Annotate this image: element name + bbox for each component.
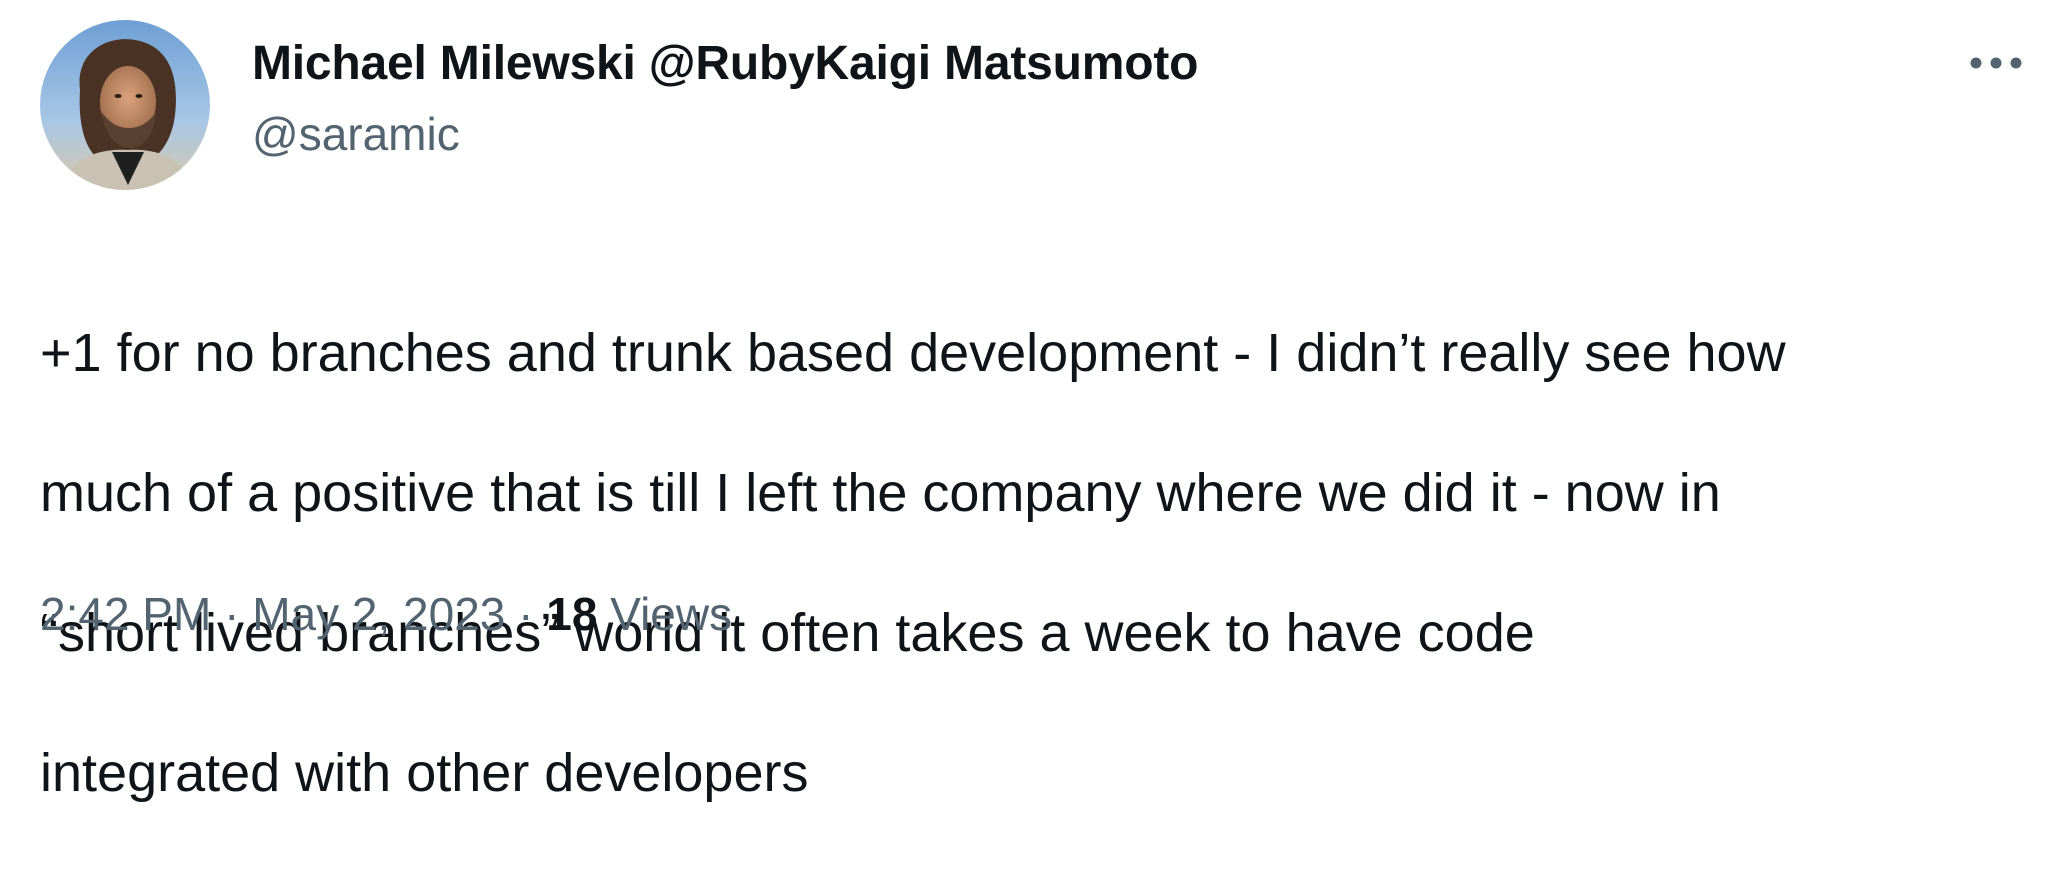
tweet-meta: 2:42 PM · May 2, 2023 · 18 Views [40,584,732,644]
tweet-date[interactable]: May 2, 2023 [252,588,505,640]
more-options-button[interactable] [1964,38,2028,88]
tweet-time[interactable]: 2:42 PM [40,588,211,640]
tweet-text-line: much of a positive that is till I left t… [40,463,1721,523]
author-display-name[interactable]: Michael Milewski @RubyKaigi Matsumoto [252,34,1198,94]
views-count: 18 [546,588,598,640]
meta-separator: · [518,588,534,640]
tweet-text-line: +1 for no branches and trunk based devel… [40,323,1786,383]
more-horizontal-icon [1970,57,2022,69]
tweet-text-line: integrated with other developers [40,743,809,803]
avatar[interactable] [40,20,210,190]
meta-separator: · [224,588,240,640]
tweet-card: Michael Milewski @RubyKaigi Matsumoto @s… [0,0,2072,803]
views-label: Views [610,588,733,640]
profile-photo-image [40,20,210,190]
author-handle[interactable]: @saramic [252,104,460,164]
tweet-text: +1 for no branches and trunk based devel… [40,248,2040,878]
